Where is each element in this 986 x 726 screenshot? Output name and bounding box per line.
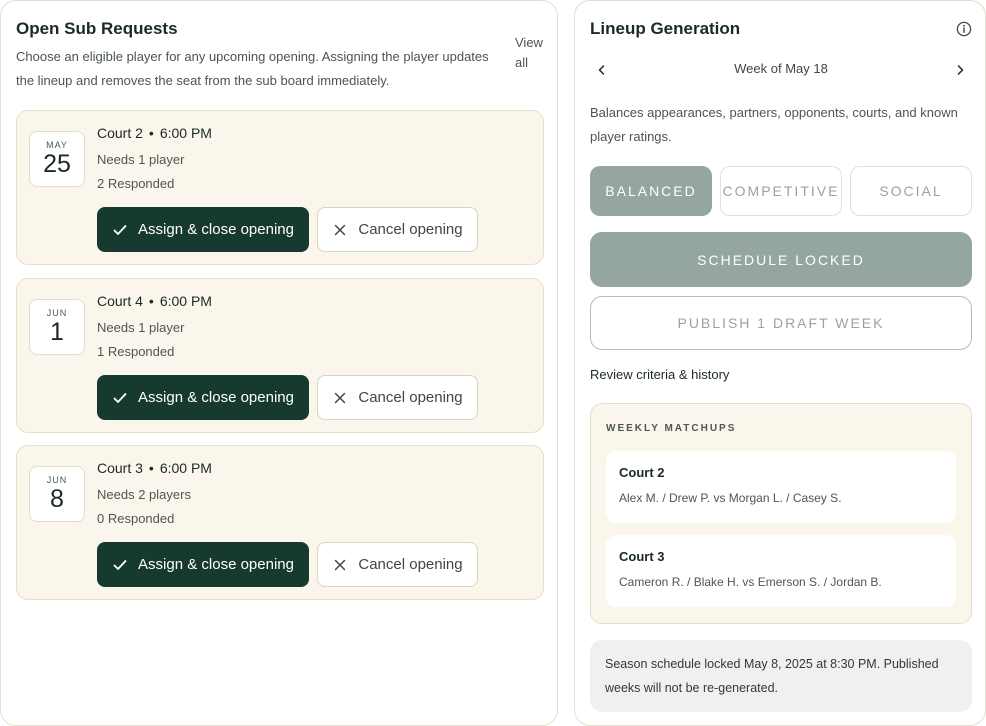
- panel-description: Choose an eligible player for any upcomi…: [16, 49, 489, 88]
- cancel-opening-button[interactable]: Cancel opening: [317, 207, 478, 252]
- assign-label: Assign & close opening: [138, 389, 294, 406]
- date-badge: JUN 8: [29, 466, 85, 522]
- lineup-description: Balances appearances, partners, opponent…: [590, 105, 958, 144]
- request-title: Court 2 • 6:00 PM: [97, 125, 212, 141]
- review-criteria-link[interactable]: Review criteria & history: [590, 367, 729, 382]
- date-day: 8: [50, 485, 64, 513]
- request-title: Court 4 • 6:00 PM: [97, 293, 212, 309]
- week-navigator: Week of May 18: [590, 57, 972, 83]
- matchup-pairs: Cameron R. / Blake H. vs Emerson S. / Jo…: [619, 575, 882, 589]
- panel-title: Open Sub Requests: [16, 19, 178, 38]
- cancel-label: Cancel opening: [358, 556, 463, 573]
- check-icon: [113, 559, 127, 570]
- check-icon: [113, 392, 127, 403]
- schedule-locked-button[interactable]: SCHEDULE LOCKED: [590, 232, 972, 287]
- next-week-button[interactable]: [948, 57, 972, 83]
- date-badge: JUN 1: [29, 299, 85, 355]
- matchups-title: WEEKLY MATCHUPS: [606, 423, 737, 434]
- court-name: Court 3: [97, 460, 143, 476]
- needs-count: Needs 1 player: [97, 320, 185, 335]
- assign-label: Assign & close opening: [138, 556, 294, 573]
- sub-request-card: JUN 8 Court 3 • 6:00 PM Needs 2 players 0 …: [16, 445, 544, 600]
- mode-balanced-button[interactable]: BALANCED: [590, 166, 712, 216]
- cancel-opening-button[interactable]: Cancel opening: [317, 375, 478, 420]
- date-month: JUN: [46, 308, 68, 318]
- cancel-opening-button[interactable]: Cancel opening: [317, 542, 478, 587]
- needs-count: Needs 2 players: [97, 487, 191, 502]
- lineup-generation-panel: Lineup Generation Week of May 18 Balance…: [574, 0, 986, 726]
- cancel-label: Cancel opening: [358, 221, 463, 238]
- request-time: 6:00 PM: [159, 125, 212, 141]
- request-title: Court 3 • 6:00 PM: [97, 460, 212, 476]
- cancel-label: Cancel opening: [358, 389, 463, 406]
- assign-close-button[interactable]: Assign & close opening: [97, 207, 309, 252]
- schedule-lock-note: Season schedule locked May 8, 2025 at 8:…: [590, 640, 972, 712]
- open-sub-requests-panel: Open Sub Requests Choose an eligible pla…: [0, 0, 558, 726]
- week-label: Week of May 18: [734, 61, 828, 76]
- close-icon: [335, 392, 346, 403]
- date-day: 25: [43, 150, 71, 178]
- date-month: JUN: [46, 475, 68, 485]
- matchup-item: Court 3 Cameron R. / Blake H. vs Emerson…: [606, 535, 956, 607]
- matchup-court: Court 3: [619, 549, 665, 564]
- chevron-right-icon: [957, 65, 964, 75]
- close-icon: [335, 224, 346, 235]
- date-month: MAY: [46, 140, 68, 150]
- date-day: 1: [50, 318, 64, 346]
- responded-count: 0 Responded: [97, 511, 175, 526]
- check-icon: [113, 224, 127, 235]
- weekly-matchups-card: WEEKLY MATCHUPS Court 2 Alex M. / Drew P…: [590, 403, 972, 624]
- needs-count: Needs 1 player: [97, 152, 185, 167]
- sub-request-card: JUN 1 Court 4 • 6:00 PM Needs 1 player 1 R…: [16, 278, 544, 433]
- mode-competitive-button[interactable]: COMPETITIVE: [720, 166, 842, 216]
- view-all-link[interactable]: View all: [515, 33, 547, 73]
- mode-social-button[interactable]: SOCIAL: [850, 166, 972, 216]
- info-icon[interactable]: [956, 21, 972, 37]
- date-badge: MAY 25: [29, 131, 85, 187]
- responded-count: 1 Responded: [97, 344, 175, 359]
- matchup-court: Court 2: [619, 465, 665, 480]
- close-icon: [335, 559, 346, 570]
- assign-close-button[interactable]: Assign & close opening: [97, 542, 309, 587]
- request-time: 6:00 PM: [159, 293, 212, 309]
- assign-label: Assign & close opening: [138, 221, 294, 238]
- court-name: Court 4: [97, 293, 143, 309]
- responded-count: 2 Responded: [97, 176, 175, 191]
- request-time: 6:00 PM: [159, 460, 212, 476]
- assign-close-button[interactable]: Assign & close opening: [97, 375, 309, 420]
- panel-title: Lineup Generation: [590, 19, 741, 38]
- matchup-item: Court 2 Alex M. / Drew P. vs Morgan L. /…: [606, 451, 956, 523]
- court-name: Court 2: [97, 125, 143, 141]
- publish-draft-week-button[interactable]: PUBLISH 1 DRAFT WEEK: [590, 296, 972, 350]
- sub-request-card: MAY 25 Court 2 • 6:00 PM Needs 1 player 2 …: [16, 110, 544, 265]
- matchup-pairs: Alex M. / Drew P. vs Morgan L. / Casey S…: [619, 491, 842, 505]
